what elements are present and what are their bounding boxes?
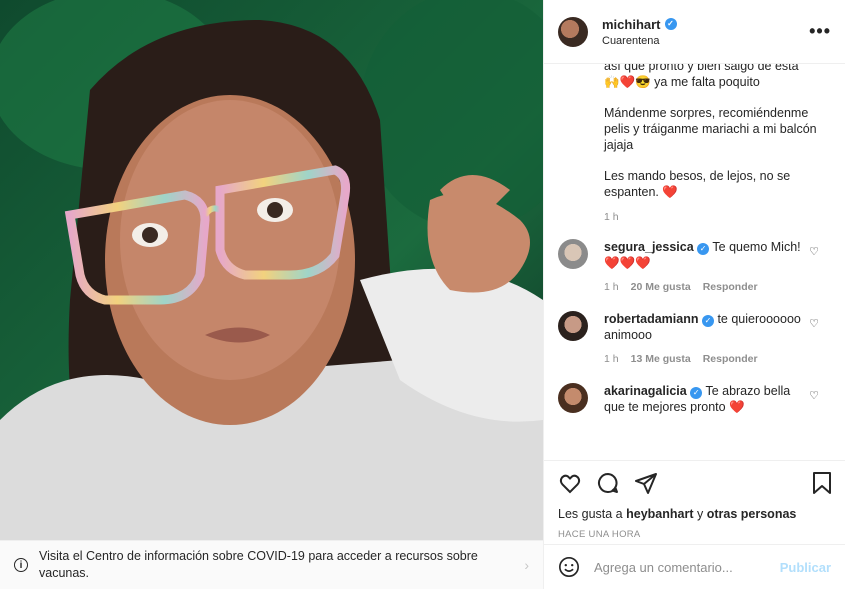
post-photo[interactable] bbox=[0, 0, 543, 540]
avatar[interactable] bbox=[558, 311, 588, 341]
post-location[interactable]: Cuarentena bbox=[602, 35, 677, 47]
verified-badge-icon: ✓ bbox=[690, 387, 703, 399]
caption-time: 1 h bbox=[604, 211, 619, 223]
avatar[interactable] bbox=[558, 383, 588, 413]
likes-summary[interactable]: Les gusta a heybanhart y otras personas bbox=[558, 507, 833, 521]
info-icon: i bbox=[14, 558, 28, 572]
comment-item: segura_jessica ✓ Te quemo Mich! ❤️❤️❤️ 1… bbox=[544, 239, 845, 295]
avatar[interactable] bbox=[558, 239, 588, 269]
verified-badge-icon: ✓ bbox=[664, 18, 677, 30]
post-sidebar: michihart ✓ Cuarentena ••• así que pront… bbox=[543, 0, 845, 589]
covid-banner[interactable]: i Visita el Centro de información sobre … bbox=[0, 540, 543, 589]
caption-para3: Les mando besos, de lejos, no se espante… bbox=[604, 169, 791, 199]
comment-input[interactable] bbox=[594, 559, 772, 575]
comment-icon[interactable] bbox=[596, 471, 620, 495]
comment-likes[interactable]: 20 Me gusta bbox=[631, 279, 691, 295]
add-comment-bar: Publicar bbox=[544, 544, 845, 589]
chevron-right-icon: › bbox=[524, 557, 529, 573]
emoji-icon[interactable] bbox=[558, 556, 580, 578]
comment-username[interactable]: akarinagalicia bbox=[604, 384, 687, 398]
selfie-image bbox=[0, 0, 543, 540]
comment-time[interactable]: 1 h bbox=[604, 279, 619, 295]
comment-likes[interactable]: 13 Me gusta bbox=[631, 351, 691, 367]
post-caption: así que pronto y bien salgo de esta 🙌❤️😎… bbox=[544, 64, 845, 200]
post-actions: Les gusta a heybanhart y otras personas … bbox=[544, 460, 845, 544]
comments-section[interactable]: así que pronto y bien salgo de esta 🙌❤️😎… bbox=[544, 64, 845, 460]
likes-joiner: y bbox=[697, 507, 704, 521]
more-options-icon[interactable]: ••• bbox=[809, 21, 831, 42]
author-username[interactable]: michihart bbox=[602, 17, 661, 32]
caption-line2: 🙌❤️😎 ya me falta poquito bbox=[604, 75, 760, 89]
verified-badge-icon: ✓ bbox=[701, 315, 714, 327]
reply-button[interactable]: Responder bbox=[703, 351, 758, 367]
verified-badge-icon: ✓ bbox=[697, 243, 710, 255]
likes-user[interactable]: heybanhart bbox=[626, 507, 693, 521]
caption-line1: así que pronto y bien salgo de esta bbox=[604, 64, 799, 73]
covid-banner-text: Visita el Centro de información sobre CO… bbox=[39, 549, 478, 580]
heart-icon[interactable]: ♡ bbox=[809, 389, 819, 402]
post-timestamp[interactable]: HACE UNA HORA bbox=[558, 529, 833, 540]
reply-button[interactable]: Responder bbox=[703, 279, 758, 295]
comment-username[interactable]: segura_jessica bbox=[604, 240, 694, 254]
publish-button[interactable]: Publicar bbox=[780, 560, 831, 575]
post-author: michihart ✓ Cuarentena bbox=[602, 17, 677, 47]
bookmark-icon[interactable] bbox=[811, 471, 833, 495]
share-icon[interactable] bbox=[634, 471, 658, 495]
avatar[interactable] bbox=[558, 16, 588, 47]
comment-username[interactable]: robertadamiann bbox=[604, 312, 698, 326]
caption-para2: Mándenme sorpres, recomiéndenme pelis y … bbox=[604, 106, 817, 152]
heart-icon[interactable] bbox=[558, 471, 582, 495]
heart-icon[interactable]: ♡ bbox=[809, 317, 819, 330]
comment-item: robertadamiann ✓ te quieroooooo animooo … bbox=[544, 311, 845, 367]
post-header: michihart ✓ Cuarentena ••• bbox=[544, 0, 845, 64]
likes-prefix: Les gusta a bbox=[558, 507, 623, 521]
likes-others[interactable]: otras personas bbox=[707, 507, 797, 521]
comment-time[interactable]: 1 h bbox=[604, 351, 619, 367]
comment-item: akarinagalicia ✓ Te abrazo bella que te … bbox=[544, 383, 845, 415]
heart-icon[interactable]: ♡ bbox=[809, 245, 819, 258]
